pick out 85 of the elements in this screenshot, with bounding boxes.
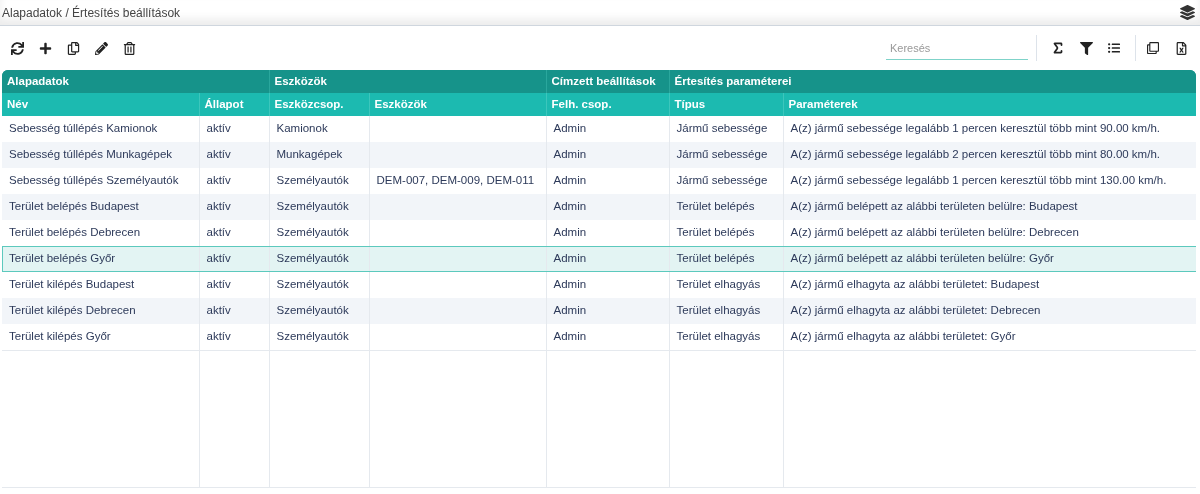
table-cell: aktív	[199, 298, 269, 324]
table-row[interactable]: Terület belépés Budapest aktív Személyautók Admin Terület belépés A(z) jármű belépett az alábbi területen belülre: Budapest	[2, 194, 1196, 220]
table-cell: A(z) jármű belépett az alábbi területen belülre: Debrecen	[783, 220, 1196, 246]
table-cell: Kamionok	[269, 116, 369, 142]
table-cell: Terület belépés Debrecen	[2, 220, 199, 246]
table-cell: aktív	[199, 272, 269, 298]
table-cell: Admin	[546, 168, 669, 194]
table-cell: Terület elhagyás	[669, 272, 783, 298]
table-cell: aktív	[199, 324, 269, 350]
table-cell: Sebesség túllépés Kamionok	[2, 116, 199, 142]
table-cell: aktív	[199, 142, 269, 168]
refresh-button[interactable]	[8, 39, 26, 57]
table-cell: Terület belépés	[669, 220, 783, 246]
group-header: Értesítés paraméterei	[669, 70, 1196, 93]
table-cell: Sebesség túllépés Személyautók	[2, 168, 199, 194]
table-cell: aktív	[199, 116, 269, 142]
table-cell: Személyautók	[269, 272, 369, 298]
table-cell: A(z) jármű belépett az alábbi területen belülre: Budapest	[783, 194, 1196, 220]
table-cell: Személyautók	[269, 168, 369, 194]
list-icon	[1108, 42, 1120, 54]
table-cell: Terület kilépés Debrecen	[2, 298, 199, 324]
table-row[interactable]: Terület kilépés Budapest aktív Személyautók Admin Terület elhagyás A(z) jármű elhagyta az alábbi területet: Budapest	[2, 272, 1196, 298]
table-cell: DEM-007, DEM-009, DEM-011	[369, 168, 546, 194]
copy-icon	[66, 41, 80, 55]
table-cell: Admin	[546, 116, 669, 142]
table-row[interactable]: Sebesség túllépés Munkagépek aktív Munkagépek Admin Jármű sebessége A(z) jármű sebessége legalább 2 percen keresztül több mint 80.00 km/h.	[2, 142, 1196, 168]
layers-icon[interactable]	[1180, 5, 1195, 20]
table-cell: Admin	[546, 220, 669, 246]
search-field[interactable]: Keresés	[886, 36, 1028, 60]
plus-icon	[38, 41, 52, 55]
table-cell: Terület kilépés Győr	[2, 324, 199, 350]
table-cell: Terület kilépés Budapest	[2, 272, 199, 298]
table-cell: Munkagépek	[269, 142, 369, 168]
excel-file-icon	[1174, 41, 1188, 55]
table-cell: A(z) jármű sebessége legalább 1 percen keresztül több mint 90.00 km/h.	[783, 116, 1196, 142]
table-cell: Terület belépés	[669, 194, 783, 220]
filter-icon	[1079, 41, 1093, 55]
group-header: Eszközök	[269, 70, 546, 93]
table-row[interactable]: Terület belépés Debrecen aktív Személyautók Admin Terület belépés A(z) jármű belépett az alábbi területen belülre: Debrecen	[2, 220, 1196, 246]
table-cell: Személyautók	[269, 246, 369, 272]
table-cell: aktív	[199, 168, 269, 194]
trash-icon	[122, 41, 136, 55]
table-row[interactable]: Terület belépés Győr aktív Személyautók Admin Terület belépés A(z) jármű belépett az alábbi területen belülre: Győr	[2, 246, 1196, 272]
table-cell: Admin	[546, 272, 669, 298]
table-cell: Admin	[546, 142, 669, 168]
filter-button[interactable]	[1077, 39, 1095, 57]
table-cell: A(z) jármű sebessége legalább 2 percen keresztül több mint 80.00 km/h.	[783, 142, 1196, 168]
table-cell: Jármű sebessége	[669, 116, 783, 142]
table-cell: Admin	[546, 298, 669, 324]
pencil-icon	[94, 41, 108, 55]
table-cell: Jármű sebessége	[669, 168, 783, 194]
table-cell: Személyautók	[269, 324, 369, 350]
table-cell: Sebesség túllépés Munkagépek	[2, 142, 199, 168]
sigma-icon	[1051, 41, 1065, 55]
table-cell: A(z) jármű sebessége legalább 1 percen keresztül több mint 130.00 km/h.	[783, 168, 1196, 194]
table-cell: Személyautók	[269, 194, 369, 220]
table-cell: aktív	[199, 220, 269, 246]
table-cell: Személyautók	[269, 298, 369, 324]
table-cell: aktív	[199, 246, 269, 272]
table-cell: Terület elhagyás	[669, 324, 783, 350]
table-cell: Admin	[546, 324, 669, 350]
table-cell: A(z) jármű elhagyta az alábbi területet: Budapest	[783, 272, 1196, 298]
table-row[interactable]: Sebesség túllépés Kamionok aktív Kamionok Admin Jármű sebessége A(z) jármű sebessége legalább 1 percen keresztül több mint 90.00 km/h.	[2, 116, 1196, 142]
breadcrumb: Alapadatok / Értesítés beállítások	[2, 4, 181, 22]
table-cell: Admin	[546, 246, 669, 272]
clone-icon	[1147, 42, 1159, 54]
group-header: Alapadatok	[2, 70, 269, 93]
group-header: Címzett beállítások	[546, 70, 669, 93]
edit-button[interactable]	[92, 39, 110, 57]
table-row[interactable]: Terület kilépés Debrecen aktív Személyautók Admin Terület elhagyás A(z) jármű elhagyta az alábbi területet: Debrecen	[2, 298, 1196, 324]
table-cell: Terület belépés Budapest	[2, 194, 199, 220]
table-cell: Személyautók	[269, 220, 369, 246]
table-row[interactable]: Sebesség túllépés Személyautók aktív Személyautók DEM-007, DEM-009, DEM-011 Admin Jármű sebessége A(z) jármű sebessége legalább 1 percen keresztül több mint 130.00 km/h.	[2, 168, 1196, 194]
table-cell: aktív	[199, 194, 269, 220]
table-row[interactable]: Terület kilépés Győr aktív Személyautók Admin Terület elhagyás A(z) jármű elhagyta az alábbi területet: Győr	[2, 324, 1196, 350]
table-cell: Terület belépés	[669, 246, 783, 272]
table-cell: Admin	[546, 194, 669, 220]
table-cell: Terület elhagyás	[669, 298, 783, 324]
table-cell: Jármű sebessége	[669, 142, 783, 168]
table-cell: A(z) jármű elhagyta az alábbi területet: Debrecen	[783, 298, 1196, 324]
table-cell: A(z) jármű elhagyta az alábbi területet: Győr	[783, 324, 1196, 350]
table-cell: A(z) jármű belépett az alábbi területen belülre: Győr	[783, 246, 1196, 272]
refresh-icon	[10, 41, 24, 55]
clone-button[interactable]	[1144, 39, 1162, 57]
table-cell: Terület belépés Győr	[2, 246, 199, 272]
